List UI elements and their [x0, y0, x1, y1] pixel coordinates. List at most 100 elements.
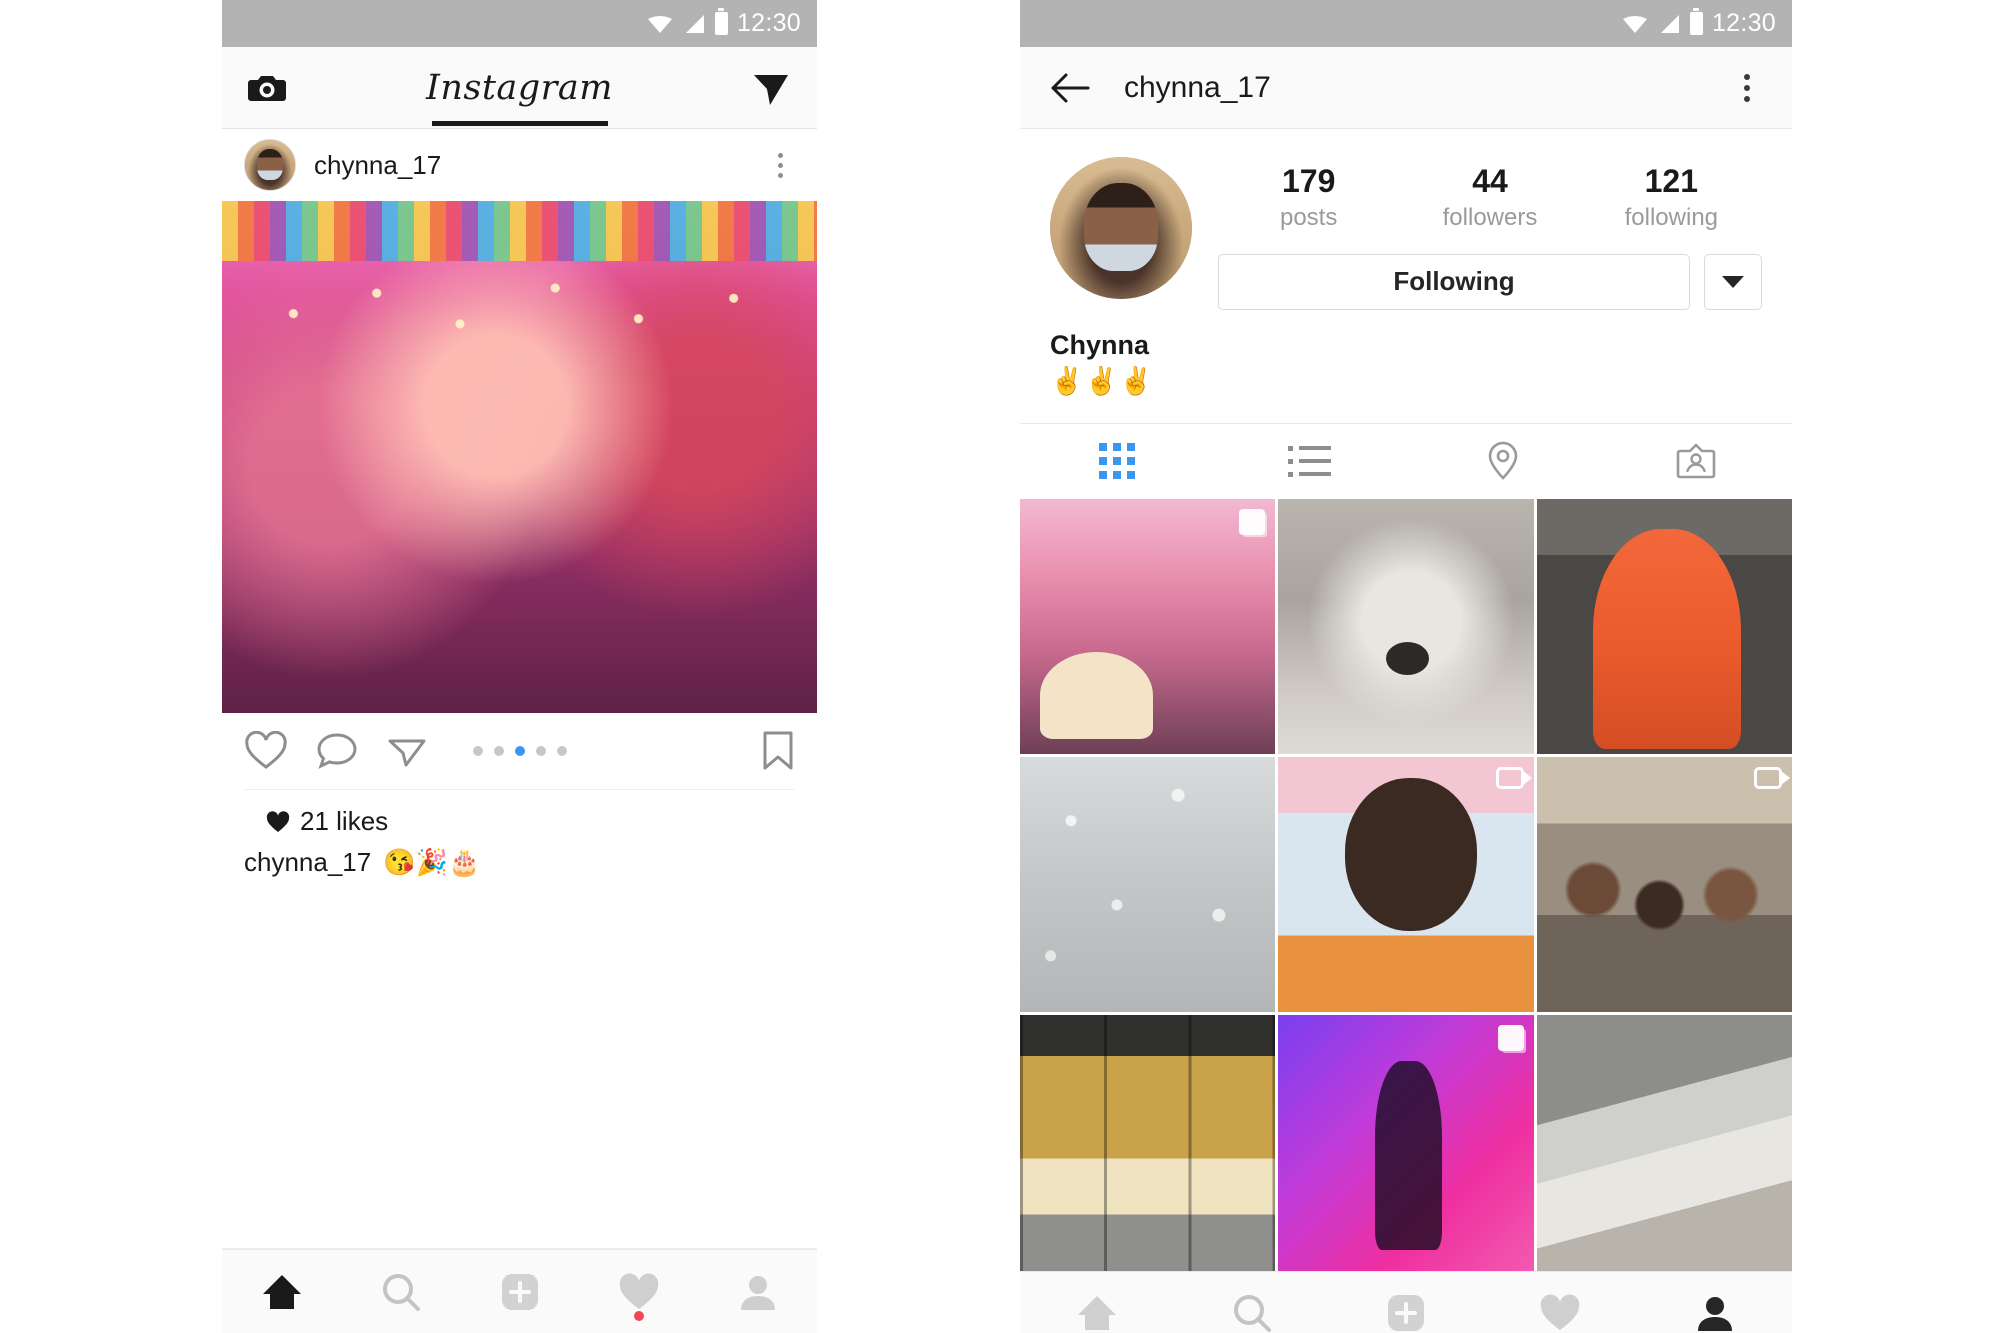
nav-home[interactable] [1020, 1272, 1174, 1333]
profile-app-bar: chynna_17 [1020, 47, 1792, 129]
feed-bottom-nav [222, 1249, 817, 1333]
instagram-logo: Instagram [426, 67, 613, 108]
post-photo[interactable] [222, 201, 817, 713]
status-time: 12:30 [1711, 9, 1776, 37]
avatar[interactable] [244, 139, 296, 191]
battery-icon [714, 8, 728, 35]
nav-add-post[interactable] [460, 1250, 579, 1333]
tab-tagged[interactable] [1599, 424, 1792, 499]
stat-followers[interactable]: 44 followers [1399, 163, 1580, 232]
wifi-icon [647, 15, 672, 33]
profile-screen: 12:30 chynna_17 179 posts 44 followers 1… [1020, 0, 1792, 1333]
nav-activity[interactable] [1483, 1272, 1637, 1333]
heart-icon [619, 1272, 658, 1309]
signal-icon [1660, 14, 1679, 33]
profile-stats-and-actions: 179 posts 44 followers 121 following Fol… [1218, 157, 1762, 310]
feed-screen: 12:30 Instagram chynna_17 21 likes chynn… [222, 0, 817, 1333]
nav-profile[interactable] [1638, 1272, 1792, 1333]
carousel-dots[interactable] [472, 746, 567, 756]
follow-options-button[interactable] [1704, 253, 1762, 310]
heart-filled-icon [266, 810, 290, 832]
camera-icon[interactable] [248, 72, 286, 104]
profile-action-row: Following [1218, 253, 1762, 310]
likes-count[interactable]: 21 likes [300, 806, 388, 837]
location-pin-icon [1488, 441, 1517, 481]
home-icon [262, 1274, 301, 1309]
bio-section: Chynna ✌️✌️✌️ [1020, 310, 1792, 397]
kebab-menu-icon[interactable] [765, 152, 795, 178]
stat-posts[interactable]: 179 posts [1218, 163, 1399, 232]
caption-emoji: 😘🎉🎂 [383, 847, 481, 877]
nav-add-post[interactable] [1329, 1272, 1483, 1333]
battery-icon [1689, 8, 1703, 35]
person-icon [740, 1275, 775, 1310]
grid-cell[interactable] [1536, 1015, 1792, 1271]
stats-row: 179 posts 44 followers 121 following [1218, 163, 1762, 232]
grid-cell[interactable] [1020, 1015, 1276, 1271]
screenshot-root: 12:30 Instagram chynna_17 21 likes chynn… [0, 0, 2000, 1333]
heart-icon[interactable] [244, 731, 288, 771]
send-icon[interactable] [751, 69, 791, 107]
caption-username[interactable]: chynna_17 [244, 847, 371, 878]
page-title: chynna_17 [1124, 70, 1271, 104]
status-bar: 12:30 [222, 0, 817, 47]
nav-home[interactable] [222, 1250, 341, 1333]
grid-icon [1098, 443, 1135, 480]
tab-grid[interactable] [1020, 424, 1213, 499]
feed-app-bar: Instagram [222, 47, 817, 129]
tab-places[interactable] [1406, 424, 1599, 499]
kebab-menu-icon[interactable] [1732, 73, 1762, 102]
nav-search[interactable] [341, 1250, 460, 1333]
avatar[interactable] [1050, 157, 1192, 299]
plus-square-icon [501, 1273, 538, 1310]
grid-cell[interactable] [1278, 1015, 1534, 1271]
comment-icon[interactable] [316, 731, 358, 771]
profile-bottom-nav [1020, 1270, 1792, 1333]
stat-value: 44 [1472, 163, 1508, 199]
stat-value: 179 [1281, 163, 1336, 199]
stat-following[interactable]: 121 following [1581, 163, 1762, 232]
grid-cell[interactable] [1278, 498, 1534, 755]
photo-grid [1020, 498, 1792, 1271]
bio-text: ✌️✌️✌️ [1050, 365, 1154, 396]
stat-label: following [1624, 203, 1719, 231]
profile-header: 179 posts 44 followers 121 following Fol… [1020, 129, 1792, 310]
video-icon [1753, 767, 1790, 790]
bio-display-name: Chynna [1050, 329, 1150, 360]
heart-icon [1541, 1294, 1580, 1331]
video-icon [1495, 767, 1532, 790]
notification-badge [633, 1311, 644, 1321]
grid-cell[interactable] [1020, 757, 1276, 1013]
plus-square-icon [1387, 1295, 1424, 1332]
grid-cell[interactable] [1536, 757, 1792, 1013]
grid-cell[interactable] [1536, 498, 1792, 755]
person-icon [1697, 1297, 1732, 1332]
stat-value: 121 [1644, 163, 1699, 199]
post-username[interactable]: chynna_17 [314, 150, 441, 181]
nav-activity[interactable] [579, 1250, 698, 1333]
logo-underline [431, 121, 608, 126]
chevron-down-icon [1722, 275, 1744, 288]
feed-filler [222, 878, 817, 1249]
search-icon [1233, 1295, 1271, 1333]
wifi-icon [1622, 15, 1647, 33]
nav-search[interactable] [1174, 1272, 1328, 1333]
grid-cell[interactable] [1278, 757, 1534, 1013]
nav-profile[interactable] [698, 1250, 817, 1333]
status-bar: 12:30 [1020, 0, 1792, 47]
tagged-person-icon [1676, 443, 1715, 479]
back-arrow-icon[interactable] [1050, 72, 1090, 104]
share-send-icon[interactable] [386, 731, 428, 771]
likes-row: 21 likes [244, 789, 795, 837]
bookmark-icon[interactable] [761, 730, 795, 772]
multi-post-icon [1239, 508, 1266, 535]
status-time: 12:30 [736, 9, 801, 37]
post-action-bar [222, 713, 817, 789]
grid-cell[interactable] [1020, 498, 1276, 755]
home-icon [1078, 1296, 1117, 1331]
multi-post-icon [1497, 1025, 1524, 1052]
signal-icon [685, 14, 704, 33]
following-button[interactable]: Following [1218, 253, 1690, 310]
stat-label: followers [1442, 203, 1538, 231]
tab-list[interactable] [1213, 424, 1406, 499]
